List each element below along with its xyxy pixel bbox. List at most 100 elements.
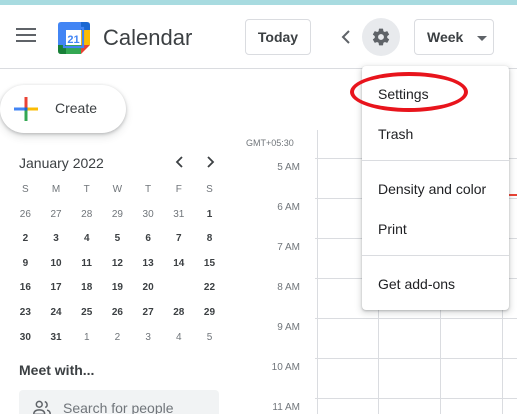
week-row: 23 24 25 26 27 28 29 [10, 301, 225, 326]
hour-label: 7 AM [277, 242, 300, 253]
weekday-head: T [145, 184, 152, 195]
day-cell[interactable]: 3 [133, 326, 164, 351]
day-cell[interactable]: 23 [10, 301, 41, 326]
menu-item-trash[interactable]: Trash [362, 114, 509, 154]
view-selector-label: Week [427, 29, 464, 45]
chevron-left-icon[interactable] [172, 154, 188, 170]
day-cell[interactable]: 27 [41, 203, 72, 228]
menu-item-get-add-ons[interactable]: Get add-ons [362, 264, 509, 304]
weekday-head: M [51, 184, 61, 195]
day-cell[interactable]: 2 [10, 227, 41, 252]
day-cell[interactable]: 29 [102, 203, 133, 228]
day-cell[interactable]: 5 [194, 326, 225, 351]
settings-gear-button[interactable] [362, 18, 400, 56]
day-cell[interactable]: 30 [133, 203, 164, 228]
app-header: 21 Calendar Today Week [0, 5, 517, 69]
create-label: Create [55, 100, 98, 116]
people-icon [33, 400, 51, 414]
week-row: 9 10 11 12 13 14 15 [10, 252, 225, 277]
settings-dropdown-menu: Settings Trash Density and color Print G… [362, 66, 509, 310]
day-cell[interactable]: 7 [163, 227, 194, 252]
weekday-head: T [83, 184, 90, 195]
hour-label: 10 AM [271, 362, 300, 373]
menu-item-label: Density and color [378, 181, 487, 197]
day-cell[interactable]: 13 [133, 252, 164, 277]
day-cell[interactable]: 19 [102, 276, 133, 301]
create-button[interactable]: Create [0, 85, 126, 133]
day-cell[interactable]: 15 [194, 252, 225, 277]
day-cell[interactable]: 26 [102, 301, 133, 326]
previous-week-icon[interactable] [336, 27, 356, 47]
menu-divider [362, 160, 509, 161]
menu-item-label: Print [378, 221, 407, 237]
day-cell[interactable]: 31 [163, 203, 194, 228]
day-cell-today[interactable]: 21 [163, 276, 194, 301]
week-row: 30 31 1 2 3 4 5 [10, 326, 225, 351]
week-row: 2 3 4 5 6 7 8 [10, 227, 225, 252]
day-cell[interactable]: 10 [41, 252, 72, 277]
gear-icon [372, 28, 390, 46]
day-cell[interactable]: 3 [41, 227, 72, 252]
day-cell[interactable]: 28 [71, 203, 102, 228]
day-cell[interactable]: 11 [71, 252, 102, 277]
day-cell[interactable]: 5 [102, 227, 133, 252]
day-cell[interactable]: 8 [194, 227, 225, 252]
day-cell[interactable]: 14 [163, 252, 194, 277]
mini-calendar-month-title: January 2022 [19, 155, 104, 171]
menu-item-label: Trash [378, 126, 414, 142]
day-cell[interactable]: 2 [102, 326, 133, 351]
app-title: Calendar [103, 25, 193, 50]
chevron-right-icon[interactable] [202, 154, 218, 170]
day-cell[interactable]: 4 [163, 326, 194, 351]
grid-column-line [317, 130, 318, 414]
week-row: 26 27 28 29 30 31 1 [10, 203, 225, 228]
day-cell[interactable]: 26 [10, 203, 41, 228]
search-people-placeholder: Search for people [63, 400, 174, 414]
day-cell[interactable]: 12 [102, 252, 133, 277]
menu-item-label: Settings [378, 86, 429, 102]
hour-label: 9 AM [277, 322, 300, 333]
grid-hour-line [315, 358, 517, 359]
day-cell[interactable]: 18 [71, 276, 102, 301]
weekday-head: F [175, 184, 182, 195]
day-cell[interactable]: 1 [194, 203, 225, 228]
grid-hour-line [315, 318, 517, 319]
day-cell[interactable]: 27 [133, 301, 164, 326]
weekday-head: S [22, 184, 29, 195]
day-cell[interactable]: 4 [71, 227, 102, 252]
day-cell[interactable]: 22 [194, 276, 225, 301]
menu-item-density-and-color[interactable]: Density and color [362, 169, 509, 209]
today-button[interactable]: Today [245, 19, 311, 55]
hour-label: 11 AM [272, 402, 300, 413]
week-row: 16 17 18 19 20 21 22 [10, 276, 225, 301]
main-menu-icon[interactable] [16, 28, 36, 44]
mini-calendar-grid: S M T W T F S 26 27 28 29 30 31 1 2 3 4 … [10, 178, 225, 350]
day-cell[interactable]: 29 [194, 301, 225, 326]
day-cell[interactable]: 28 [163, 301, 194, 326]
day-cell[interactable]: 30 [10, 326, 41, 351]
calendar-logo-icon[interactable]: 21 [57, 21, 91, 55]
logo-day-text: 21 [67, 34, 79, 46]
day-cell[interactable]: 17 [41, 276, 72, 301]
day-cell[interactable]: 20 [133, 276, 164, 301]
hour-label: 5 AM [277, 162, 300, 173]
day-cell[interactable]: 24 [41, 301, 72, 326]
meet-with-heading: Meet with... [19, 362, 95, 378]
weekday-header-row: S M T W T F S [10, 178, 225, 203]
day-cell[interactable]: 16 [10, 276, 41, 301]
day-cell[interactable]: 6 [133, 227, 164, 252]
day-cell[interactable]: 31 [41, 326, 72, 351]
menu-divider [362, 255, 509, 256]
search-people-input[interactable]: Search for people [19, 390, 219, 414]
day-cell[interactable]: 1 [71, 326, 102, 351]
day-cell[interactable]: 25 [71, 301, 102, 326]
current-time-indicator [508, 194, 517, 196]
day-cell[interactable]: 9 [10, 252, 41, 277]
menu-item-settings[interactable]: Settings [362, 74, 509, 114]
caret-down-icon [477, 36, 487, 41]
menu-item-label: Get add-ons [378, 276, 456, 292]
grid-hour-line [315, 398, 517, 399]
view-selector-dropdown[interactable]: Week [414, 19, 494, 55]
menu-item-print[interactable]: Print [362, 209, 509, 249]
timezone-label: GMT+05:30 [246, 138, 294, 148]
